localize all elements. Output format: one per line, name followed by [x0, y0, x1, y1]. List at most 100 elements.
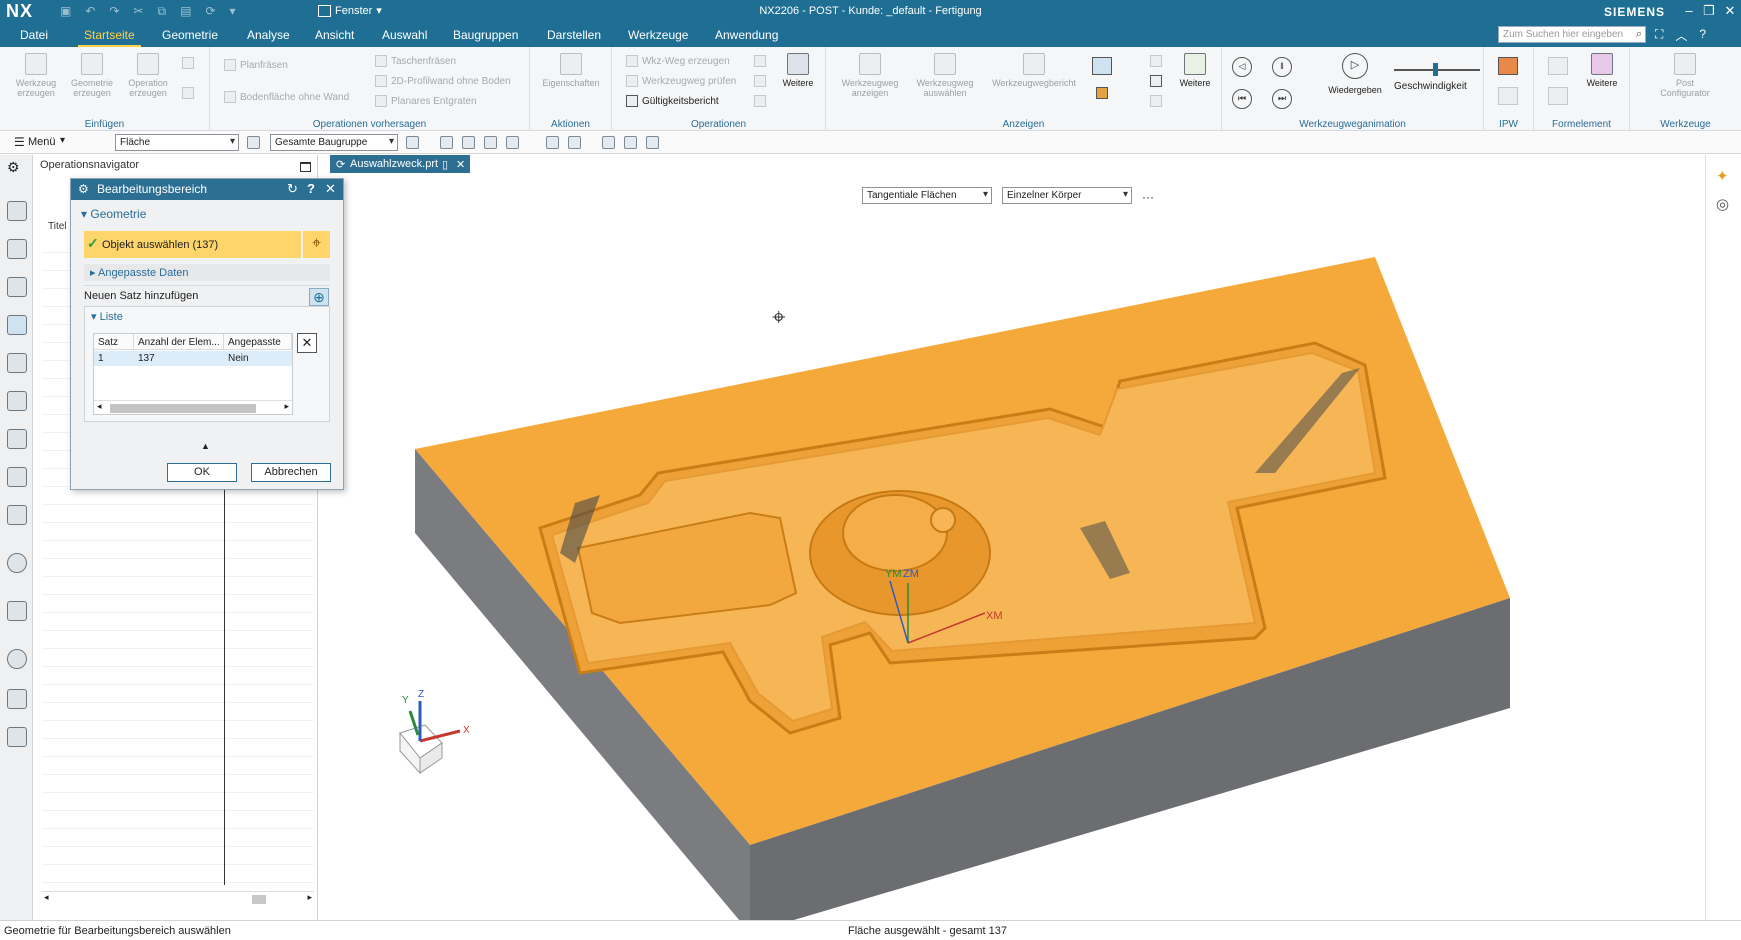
dialog-header[interactable]: ⚙ Bearbeitungsbereich ↻ ? ✕ — [71, 179, 343, 200]
select-feature-icon[interactable] — [506, 136, 519, 149]
planfraesen-button[interactable]: Planfräsen — [224, 59, 288, 71]
tab-werkzeuge[interactable]: Werkzeuge — [628, 28, 688, 42]
window-menu[interactable]: Fenster ▾ — [318, 4, 382, 17]
machining-feature-navigator-icon[interactable] — [7, 391, 27, 411]
tab-ansicht[interactable]: Ansicht — [315, 28, 354, 42]
operations-more-button[interactable]: Weitere — [776, 53, 820, 88]
machine-tool-navigator-icon[interactable] — [7, 353, 27, 373]
bodenflaeche-button[interactable]: Bodenfläche ohne Wand — [224, 91, 349, 103]
undo-icon[interactable]: ↶ — [85, 4, 95, 19]
hd3d-tools-icon[interactable] — [7, 467, 27, 487]
tab-darstellen[interactable]: Darstellen — [547, 28, 601, 42]
web-browser-icon[interactable] — [7, 505, 27, 525]
display-up-button[interactable] — [1150, 55, 1162, 67]
tab-geometrie[interactable]: Geometrie — [162, 28, 218, 42]
graphics-window[interactable]: YM ZM XM Y Z X — [330, 173, 1705, 933]
select-face-icon[interactable] — [462, 136, 475, 149]
help-icon[interactable]: ? — [307, 181, 315, 196]
delete-set-button[interactable]: ✕ — [297, 333, 317, 353]
menu-icon[interactable]: ☰ — [14, 135, 25, 149]
cancel-button[interactable]: Abbrechen — [251, 463, 331, 482]
scroll-left-icon[interactable]: ◂ — [97, 401, 102, 412]
skip-start-icon[interactable]: ⏮ — [1232, 89, 1252, 109]
create-tool-button[interactable]: Werkzeug erzeugen — [10, 53, 62, 98]
boss-top[interactable] — [842, 494, 948, 572]
settings-icon[interactable]: ⚙ — [7, 159, 27, 179]
operation-navigator-icon[interactable] — [7, 315, 27, 335]
reset-icon[interactable]: ↻ — [287, 181, 298, 197]
feature-more-button[interactable]: Weitere — [1578, 53, 1626, 88]
show-toolpath-button[interactable]: Werkzeugweg anzeigen — [840, 53, 900, 98]
more-options-button[interactable]: ··· — [1142, 190, 1154, 204]
globe-icon[interactable] — [7, 601, 27, 621]
close-tab-icon[interactable]: ✕ — [456, 158, 465, 171]
ops-small-3[interactable] — [754, 95, 766, 107]
table-hscrollbar[interactable]: ◂ ▸ — [94, 400, 292, 414]
cell-satz[interactable]: 1 — [94, 351, 134, 366]
close-button[interactable]: ✕ — [1721, 2, 1739, 20]
col-header-angepasst[interactable]: Angepasste — [224, 334, 292, 350]
adapted-data-toggle[interactable]: ▸ Angepasste Daten — [84, 264, 330, 281]
command-search-input[interactable]: Zum Suchen hier eingeben ⌕ — [1498, 26, 1646, 43]
repeat-icon[interactable]: ⟳ — [205, 4, 215, 19]
tab-anwendung[interactable]: Anwendung — [715, 28, 778, 42]
view-icon[interactable] — [602, 136, 615, 149]
document-tab[interactable]: ⟳ Auswahlzweck.prt ▯ ✕ — [330, 155, 470, 173]
paste-icon[interactable]: ▤ — [180, 4, 191, 19]
validity-report-button[interactable]: Gültigkeitsbericht — [626, 95, 719, 107]
filter-icon[interactable] — [247, 136, 260, 149]
ipw-show-button[interactable] — [1498, 57, 1518, 75]
select-intent-icon[interactable] — [406, 136, 419, 149]
ok-button[interactable]: OK — [167, 463, 237, 482]
assembly-navigator-icon[interactable] — [7, 239, 27, 259]
create-geometry-button[interactable]: Geometrie erzeugen — [66, 53, 118, 98]
restore-button[interactable]: ❐ — [1700, 2, 1718, 20]
tab-auswahl[interactable]: Auswahl — [382, 28, 427, 42]
properties-button[interactable]: Eigenschaften — [538, 53, 604, 88]
show-hide-icon[interactable] — [646, 136, 659, 149]
close-icon[interactable]: ✕ — [325, 181, 336, 197]
table-scroll-thumb[interactable] — [110, 404, 256, 413]
tab-startseite[interactable]: Startseite — [78, 28, 141, 47]
wireframe-icon[interactable] — [568, 136, 581, 149]
help-icon[interactable]: ? — [1699, 27, 1706, 44]
type-filter-select[interactable]: Fläche — [115, 134, 239, 151]
toolpath-report-button[interactable]: Werkzeugwegbericht — [984, 53, 1084, 88]
maximize-icon[interactable] — [300, 162, 311, 172]
ipw-other-button[interactable] — [1498, 87, 1518, 105]
model-view[interactable]: YM ZM XM Y Z X — [330, 173, 1705, 933]
copy-icon[interactable]: ⧉ — [158, 4, 167, 19]
minimize-button[interactable]: – — [1680, 2, 1698, 20]
scroll-right-icon[interactable]: ▸ — [284, 401, 289, 412]
fullscreen-icon[interactable]: ⛶ — [1655, 27, 1663, 44]
history-icon[interactable] — [7, 649, 27, 669]
constraint-navigator-icon[interactable] — [7, 277, 27, 297]
post-configurator-button[interactable]: Post Configurator — [1650, 53, 1720, 98]
tool-display-button[interactable] — [1096, 87, 1108, 99]
part-navigator-icon[interactable] — [7, 201, 27, 221]
display-down-button[interactable] — [1150, 95, 1162, 107]
list-toggle[interactable]: ▾ Liste — [91, 310, 123, 323]
column-header-titel[interactable]: Titel — [48, 221, 67, 232]
ops-small-1[interactable] — [754, 55, 766, 67]
scrollbar-thumb[interactable] — [252, 895, 266, 904]
speed-slider[interactable] — [1394, 63, 1480, 76]
taschenfraesen-button[interactable]: Taschenfräsen — [375, 55, 456, 67]
scope-select[interactable]: Gesamte Baugruppe — [270, 134, 398, 151]
reuse-library-icon[interactable] — [7, 429, 27, 449]
create-operation-button[interactable]: Operation erzeugen — [122, 53, 174, 98]
display-mode-button[interactable] — [1092, 57, 1112, 75]
tab-analyse[interactable]: Analyse — [247, 28, 290, 42]
entgraten-button[interactable]: Planares Entgraten — [375, 95, 477, 107]
select-toolpath-button[interactable]: Werkzeugweg auswählen — [910, 53, 980, 98]
ops-small-2[interactable] — [754, 75, 766, 87]
hidden-visibility-icon[interactable]: ◎ — [1716, 195, 1729, 213]
step-back-icon[interactable]: ◁ — [1232, 57, 1252, 77]
select-object-row[interactable]: ✓ Objekt auswählen (137) — [84, 231, 301, 258]
play-button[interactable]: ▷ Wiedergeben — [1320, 53, 1390, 95]
tab-baugruppen[interactable]: Baugruppen — [453, 28, 518, 42]
col-header-satz[interactable]: Satz — [94, 334, 134, 350]
scroll-left-icon[interactable]: ◂ — [44, 892, 49, 903]
feature-button-2[interactable] — [1548, 87, 1568, 105]
single-body-select[interactable]: Einzelner Körper — [1002, 187, 1132, 204]
